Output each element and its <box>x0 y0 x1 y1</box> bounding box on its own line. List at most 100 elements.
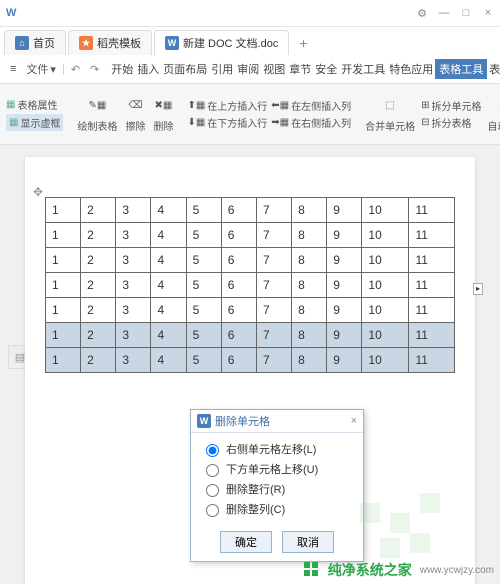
opt-shift-left[interactable]: 右侧单元格左移(L) <box>201 439 353 459</box>
table-cell[interactable]: 3 <box>116 223 151 248</box>
menu-view[interactable]: 视图 <box>261 59 287 79</box>
table-row[interactable]: 1234567891011 <box>46 248 455 273</box>
ribbon-split-table[interactable]: ⊟拆分表格 <box>421 115 481 130</box>
undo-icon[interactable]: ↶ <box>67 63 84 76</box>
ribbon-insert-row-above[interactable]: ⬆▦在上方插入行 <box>187 98 267 113</box>
table-cell[interactable]: 10 <box>362 223 409 248</box>
table-cell[interactable]: 6 <box>221 348 256 373</box>
cancel-button[interactable]: 取消 <box>282 531 334 553</box>
table-cell[interactable]: 1 <box>46 298 81 323</box>
table-cell[interactable]: 11 <box>409 348 455 373</box>
table-cell[interactable]: 7 <box>256 273 291 298</box>
file-menu[interactable]: 文件▾ <box>22 59 60 79</box>
table-cell[interactable]: 2 <box>81 298 116 323</box>
table-cell[interactable]: 4 <box>151 298 186 323</box>
table-cell[interactable]: 9 <box>327 198 362 223</box>
tab-add[interactable]: + <box>291 31 315 55</box>
ribbon-insert-col-left[interactable]: ⬅▦在左侧插入列 <box>271 98 351 113</box>
dialog-close-icon[interactable]: × <box>351 415 357 427</box>
hamburger-icon[interactable]: ≡ <box>6 61 20 77</box>
ribbon-merge-cells[interactable]: ⬚合并单元格 <box>363 96 417 133</box>
table-cell[interactable]: 4 <box>151 198 186 223</box>
table-cell[interactable]: 10 <box>362 323 409 348</box>
table-cell[interactable]: 2 <box>81 348 116 373</box>
menu-table-tools[interactable]: 表格工具 <box>435 59 487 79</box>
table-cell[interactable]: 7 <box>256 198 291 223</box>
table-cell[interactable]: 7 <box>256 323 291 348</box>
table-cell[interactable]: 1 <box>46 323 81 348</box>
table-cell[interactable]: 1 <box>46 248 81 273</box>
table-cell[interactable]: 5 <box>186 323 221 348</box>
table-cell[interactable]: 11 <box>409 248 455 273</box>
table-cell[interactable]: 8 <box>292 198 327 223</box>
table-anchor-icon[interactable]: ✥ <box>33 185 43 199</box>
table-cell[interactable]: 11 <box>409 323 455 348</box>
table-cell[interactable]: 9 <box>327 323 362 348</box>
menu-chapter[interactable]: 章节 <box>287 59 313 79</box>
table-row[interactable]: 1234567891011 <box>46 273 455 298</box>
table-cell[interactable]: 3 <box>116 298 151 323</box>
menu-security[interactable]: 安全 <box>313 59 339 79</box>
table-cell[interactable]: 9 <box>327 248 362 273</box>
table-cell[interactable]: 3 <box>116 323 151 348</box>
menu-review[interactable]: 审阅 <box>235 59 261 79</box>
ribbon-eraser[interactable]: ⌫擦除 <box>123 96 147 133</box>
table-cell[interactable]: 10 <box>362 298 409 323</box>
table-row[interactable]: 1234567891011 <box>46 298 455 323</box>
ribbon-delete[interactable]: ✖▦删除 <box>151 96 175 133</box>
table-cell[interactable]: 4 <box>151 273 186 298</box>
close-button[interactable]: × <box>482 7 494 20</box>
table-cell[interactable]: 10 <box>362 273 409 298</box>
tab-template[interactable]: ★ 稻壳模板 <box>68 30 152 55</box>
table-cell[interactable]: 11 <box>409 298 455 323</box>
ribbon-auto-adjust[interactable]: ↔▦自动调整 <box>486 96 500 133</box>
tab-document[interactable]: W 新建 DOC 文档.doc <box>154 30 289 55</box>
table-cell[interactable]: 5 <box>186 248 221 273</box>
table-cell[interactable]: 1 <box>46 273 81 298</box>
opt-delete-row[interactable]: 删除整行(R) <box>201 479 353 499</box>
table-cell[interactable]: 7 <box>256 223 291 248</box>
ribbon-table-props[interactable]: ▦表格属性 <box>6 97 63 112</box>
table-cell[interactable]: 7 <box>256 298 291 323</box>
table-cell[interactable]: 7 <box>256 348 291 373</box>
table-cell[interactable]: 5 <box>186 348 221 373</box>
table-cell[interactable]: 3 <box>116 273 151 298</box>
table-cell[interactable]: 9 <box>327 273 362 298</box>
table-cell[interactable]: 6 <box>221 248 256 273</box>
table-row[interactable]: 1234567891011 <box>46 223 455 248</box>
tab-home[interactable]: ⌂ 首页 <box>4 30 66 55</box>
ribbon-draw-table[interactable]: ✎▦绘制表格 <box>75 96 119 133</box>
opt-shift-up[interactable]: 下方单元格上移(U) <box>201 459 353 479</box>
table-cell[interactable]: 2 <box>81 273 116 298</box>
menu-ref[interactable]: 引用 <box>209 59 235 79</box>
table-cell[interactable]: 5 <box>186 198 221 223</box>
table-cell[interactable]: 8 <box>292 223 327 248</box>
table-row[interactable]: 1234567891011 <box>46 323 455 348</box>
table-cell[interactable]: 10 <box>362 198 409 223</box>
table-cell[interactable]: 5 <box>186 298 221 323</box>
table-cell[interactable]: 11 <box>409 273 455 298</box>
opt-delete-col[interactable]: 删除整列(C) <box>201 499 353 519</box>
menu-dev[interactable]: 开发工具 <box>339 59 387 79</box>
table-cell[interactable]: 2 <box>81 323 116 348</box>
ribbon-split-cells[interactable]: ⊞拆分单元格 <box>421 98 481 113</box>
table-cell[interactable]: 5 <box>186 223 221 248</box>
table-row[interactable]: 1234567891011 <box>46 348 455 373</box>
table-cell[interactable]: 11 <box>409 198 455 223</box>
minimize-button[interactable]: — <box>438 7 450 20</box>
redo-icon[interactable]: ↷ <box>86 63 103 76</box>
table-cell[interactable]: 1 <box>46 223 81 248</box>
ribbon-insert-row-below[interactable]: ⬇▦在下方插入行 <box>187 115 267 130</box>
table-cell[interactable]: 3 <box>116 348 151 373</box>
table-cell[interactable]: 7 <box>256 248 291 273</box>
row-handle-icon[interactable]: ▸ <box>473 283 483 295</box>
table-cell[interactable]: 3 <box>116 248 151 273</box>
ribbon-show-grid[interactable]: ▦显示虚框 <box>6 114 63 131</box>
table-cell[interactable]: 5 <box>186 273 221 298</box>
table-cell[interactable]: 10 <box>362 348 409 373</box>
table-cell[interactable]: 8 <box>292 273 327 298</box>
settings-icon[interactable]: ⚙ <box>416 7 428 20</box>
ok-button[interactable]: 确定 <box>220 531 272 553</box>
table-cell[interactable]: 8 <box>292 323 327 348</box>
table-cell[interactable]: 4 <box>151 323 186 348</box>
